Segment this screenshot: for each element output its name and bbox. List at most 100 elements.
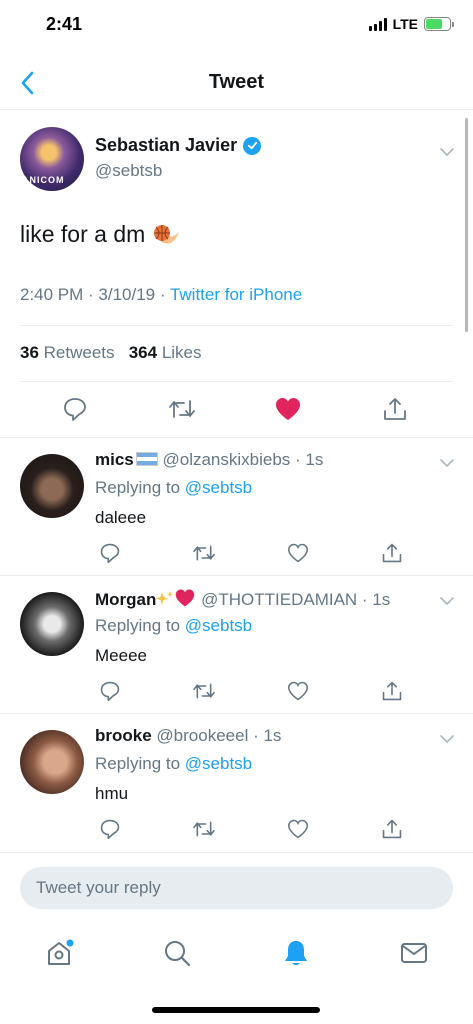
reply-text: daleee: [95, 508, 147, 527]
replying-label: Replying to: [95, 478, 181, 497]
tweet-meta: 2:40 PM · 3/10/19 · Twitter for iPhone: [20, 285, 302, 305]
share-icon: [382, 681, 402, 701]
scroll-indicator: [465, 118, 468, 332]
tweet-body: like for a dm: [20, 221, 146, 247]
chevron-down-icon[interactable]: [440, 594, 454, 608]
reply-actions: [95, 814, 407, 844]
reply-header: Morgan @THOTTIEDAMIAN · 1s: [95, 588, 390, 610]
retweet-button[interactable]: [189, 538, 219, 568]
reply-item[interactable]: brooke @brookeeel · 1s Replying to @sebt…: [0, 713, 473, 851]
reply-item[interactable]: Morgan @THOTTIEDAMIAN · 1s Replying to @…: [0, 575, 473, 713]
share-icon: [382, 543, 402, 563]
likes-label: Likes: [161, 343, 202, 362]
retweet-icon: [168, 400, 195, 418]
tweet-text: like for a dm: [20, 221, 181, 248]
messages-icon: [401, 943, 427, 963]
reply-actions: [95, 676, 407, 706]
heart-filled-icon: [276, 398, 301, 420]
replying-to-handle[interactable]: @sebtsb: [185, 478, 252, 497]
replying-to-handle[interactable]: @sebtsb: [185, 754, 252, 773]
reply-icon: [100, 819, 120, 840]
retweet-button[interactable]: [167, 394, 197, 424]
heart-icon: [287, 681, 309, 701]
tab-notifications[interactable]: [276, 933, 316, 973]
status-time: 2:41: [46, 14, 83, 34]
reply-button[interactable]: [95, 538, 125, 568]
tab-search[interactable]: [157, 933, 197, 973]
replying-label: Replying to: [95, 754, 181, 773]
replying-to: Replying to @sebtsb: [95, 616, 252, 636]
reply-icon: [100, 681, 120, 702]
share-button[interactable]: [380, 394, 410, 424]
retweets-stat[interactable]: 36 Retweets: [20, 343, 115, 362]
reply-button[interactable]: [95, 814, 125, 844]
chevron-down-icon[interactable]: [440, 145, 454, 159]
basketball-fire-icon: [154, 224, 180, 244]
reply-input[interactable]: Tweet your reply: [20, 867, 453, 909]
replying-to: Replying to @sebtsb: [95, 754, 252, 774]
reply-icon: [100, 543, 120, 564]
reply-header: brooke @brookeeel · 1s: [95, 726, 281, 746]
likes-stat[interactable]: 364 Likes: [129, 343, 202, 362]
replying-to: Replying to @sebtsb: [95, 478, 252, 498]
verified-icon: [243, 136, 262, 155]
tab-home[interactable]: [40, 933, 80, 973]
reply-button[interactable]: [60, 394, 90, 424]
retweet-icon: [193, 821, 215, 837]
argentina-flag-icon: [135, 452, 158, 466]
like-button[interactable]: [273, 394, 303, 424]
replying-to-handle[interactable]: @sebtsb: [185, 616, 252, 635]
reply-author-handle[interactable]: @olzanskixbiebs · 1s: [162, 450, 323, 469]
reply-input-placeholder: Tweet your reply: [36, 878, 161, 897]
nav-bar: Tweet: [0, 56, 473, 110]
battery-icon: [424, 17, 454, 31]
avatar-text: ANICOM: [22, 175, 65, 185]
reply-item[interactable]: mics @olzanskixbiebs · 1s Replying to @s…: [0, 437, 473, 575]
like-button[interactable]: [283, 814, 313, 844]
home-icon: [48, 939, 74, 965]
retweets-count: 36: [20, 343, 39, 362]
tweet-source-link[interactable]: Twitter for iPhone: [170, 285, 302, 304]
chevron-down-icon[interactable]: [440, 456, 454, 470]
search-icon: [165, 941, 191, 967]
share-icon: [382, 819, 402, 839]
avatar[interactable]: [20, 730, 84, 794]
retweet-button[interactable]: [189, 676, 219, 706]
share-button[interactable]: [377, 676, 407, 706]
tab-messages[interactable]: [394, 933, 434, 973]
retweet-button[interactable]: [189, 814, 219, 844]
like-button[interactable]: [283, 676, 313, 706]
author-handle[interactable]: @sebtsb: [95, 161, 162, 181]
author-name: Sebastian Javier: [95, 135, 238, 155]
heart-icon: [287, 543, 309, 563]
reply-button[interactable]: [95, 676, 125, 706]
share-button[interactable]: [377, 538, 407, 568]
tab-bar: [0, 933, 473, 981]
network-label: LTE: [392, 16, 418, 32]
avatar[interactable]: ANICOM: [20, 127, 84, 191]
share-button[interactable]: [377, 814, 407, 844]
reply-actions: [95, 538, 407, 568]
reply-author-name[interactable]: brooke: [95, 726, 152, 745]
likes-count: 364: [128, 343, 158, 362]
avatar[interactable]: [20, 454, 84, 518]
retweets-label: Retweets: [43, 343, 115, 362]
tweet-actions: [60, 394, 410, 424]
retweet-icon: [193, 545, 215, 561]
reply-author-name[interactable]: Morgan: [95, 590, 156, 609]
notifications-icon: [285, 941, 307, 965]
reply-author-handle[interactable]: @brookeeel · 1s: [156, 726, 281, 745]
reply-author-name[interactable]: mics: [95, 450, 134, 469]
chevron-down-icon[interactable]: [440, 732, 454, 746]
status-indicators: LTE: [368, 16, 454, 32]
reply-author-handle[interactable]: @THOTTIEDAMIAN · 1s: [201, 590, 390, 609]
like-button[interactable]: [283, 538, 313, 568]
avatar[interactable]: [20, 592, 84, 656]
retweet-icon: [193, 683, 215, 699]
sparkles-icon: [156, 591, 174, 605]
replying-label: Replying to: [95, 616, 181, 635]
tweet-stats: 36 Retweets 364 Likes: [20, 343, 202, 363]
divider: [20, 325, 453, 326]
author-name-row[interactable]: Sebastian Javier: [95, 135, 262, 156]
home-indicator[interactable]: [152, 1007, 320, 1013]
